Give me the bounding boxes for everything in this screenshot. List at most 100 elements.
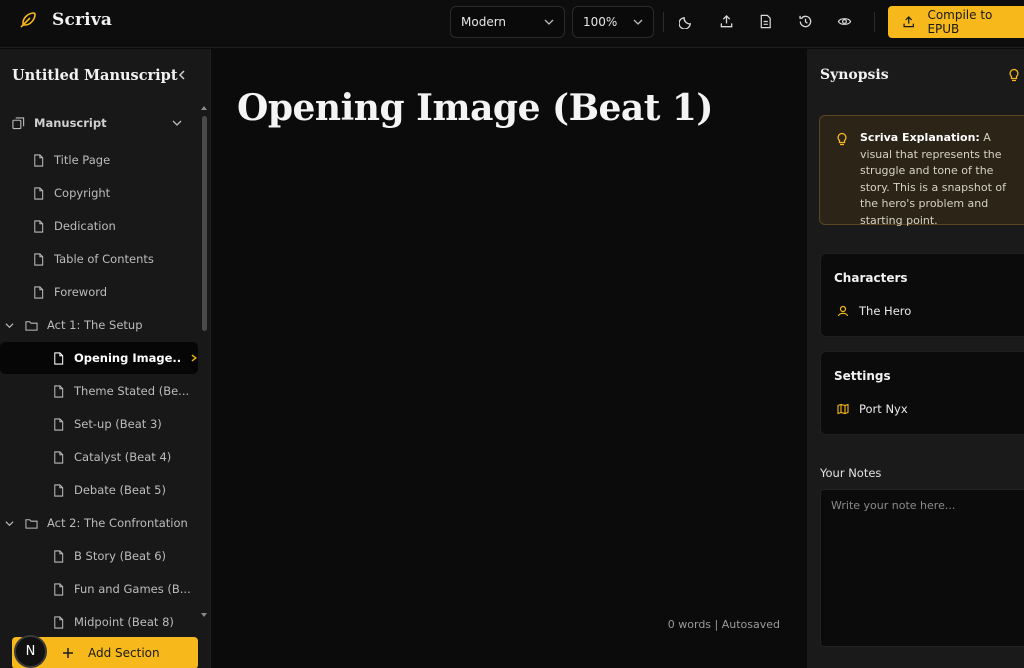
tree-item[interactable]: Fun and Games (B... — [0, 573, 198, 605]
character-item[interactable]: The Hero — [837, 304, 911, 318]
file-icon — [34, 153, 44, 167]
preview-button[interactable] — [835, 12, 853, 30]
zoom-select-value: 100% — [583, 15, 618, 29]
file-icon — [54, 450, 64, 464]
eye-icon — [837, 17, 851, 25]
section-title[interactable]: Opening Image (Beat 1) — [237, 87, 713, 129]
characters-heading: Characters — [834, 271, 908, 285]
tree-item-label: Debate (Beat 5) — [74, 483, 166, 497]
tree-item-label: Midpoint (Beat 8) — [74, 615, 174, 629]
scrollbar-thumb[interactable] — [202, 116, 207, 331]
notes-label: Your Notes — [820, 466, 882, 480]
tree-item[interactable]: Foreword — [0, 276, 198, 308]
scriva-explanation-box: Scriva Explanation: A visual that repres… — [819, 115, 1024, 227]
explanation-text: A visual that represents the struggle an… — [860, 131, 1006, 227]
file-icon — [34, 219, 44, 233]
notes-textarea[interactable] — [820, 489, 1024, 647]
file-icon — [34, 252, 44, 266]
synopsis-panel: Synopsis Scriva Explanation: A visual th… — [807, 49, 1024, 668]
dark-mode-button[interactable] — [677, 12, 695, 30]
tree-item[interactable]: Copyright — [0, 177, 198, 209]
settings-heading: Settings — [834, 369, 891, 383]
tree-item-label: Theme Stated (Be... — [74, 384, 190, 398]
copy-stack-icon — [12, 116, 25, 129]
user-icon — [837, 305, 849, 317]
editor-area[interactable]: Opening Image (Beat 1) 0 words | Autosav… — [212, 49, 806, 668]
chevron-down-icon — [633, 19, 643, 25]
theme-select-value: Modern — [461, 15, 507, 29]
history-icon — [798, 15, 811, 27]
toolbar-divider — [663, 12, 664, 32]
tree-item-label: Act 2: The Confrontation — [47, 516, 188, 530]
settings-card: Settings Port Nyx — [820, 351, 1024, 435]
tree-item-label: B Story (Beat 6) — [74, 549, 167, 563]
chevron-down-icon — [5, 322, 14, 328]
plus-icon — [63, 648, 73, 658]
tree-item[interactable]: Catalyst (Beat 4) — [0, 441, 198, 473]
add-section-label: Add Section — [88, 646, 160, 660]
tree-item-label: Foreword — [54, 285, 108, 299]
avatar[interactable]: N — [14, 635, 47, 668]
file-icon — [54, 417, 64, 431]
explanation-label: Scriva Explanation: — [860, 131, 980, 144]
tree-item-label: Copyright — [54, 186, 111, 200]
chevron-right-icon — [191, 354, 198, 362]
moon-icon — [678, 16, 691, 29]
app-name: Scriva — [52, 10, 113, 30]
file-icon — [54, 384, 64, 398]
document-button[interactable] — [756, 12, 774, 30]
collapse-sidebar-icon[interactable] — [176, 69, 188, 81]
tree-item-label: Dedication — [54, 219, 116, 233]
tree-root-label: Manuscript — [34, 116, 107, 130]
tree-item[interactable]: Debate (Beat 5) — [0, 474, 198, 506]
upload-icon — [903, 16, 914, 28]
tree-item[interactable]: Dedication — [0, 210, 198, 242]
tree-item[interactable]: Midpoint (Beat 8) — [0, 606, 198, 638]
zoom-select[interactable]: 100% — [572, 6, 654, 38]
character-name: The Hero — [859, 304, 912, 318]
brand[interactable]: Scriva — [18, 10, 112, 30]
chevron-down-icon — [544, 19, 554, 25]
file-icon — [34, 285, 44, 299]
history-button[interactable] — [796, 12, 814, 30]
feather-logo-icon — [20, 12, 36, 28]
document-icon — [760, 14, 771, 28]
tree-item[interactable]: Set-up (Beat 3) — [0, 408, 198, 440]
tree-item[interactable]: Opening Image... — [0, 342, 198, 374]
toolbar-divider — [874, 12, 875, 32]
manuscript-sidebar: Untitled Manuscript Manuscript Title Pag… — [0, 49, 211, 668]
tree-item-label: Catalyst (Beat 4) — [74, 450, 172, 464]
upload-icon — [720, 14, 732, 27]
tree-item-label: Act 1: The Setup — [47, 318, 143, 332]
setting-item[interactable]: Port Nyx — [837, 402, 908, 416]
file-icon — [54, 351, 64, 365]
tree-item-label: Opening Image... — [74, 351, 183, 365]
tree-folder[interactable]: Act 1: The Setup — [0, 309, 198, 341]
export-button[interactable] — [717, 12, 735, 30]
sidebar-scrollbar[interactable] — [200, 104, 208, 624]
tree-item[interactable]: B Story (Beat 6) — [0, 540, 198, 572]
tree-folder[interactable]: Act 2: The Confrontation — [0, 507, 198, 539]
synopsis-title: Synopsis — [820, 67, 889, 83]
chevron-down-icon — [172, 120, 182, 126]
map-icon — [837, 403, 849, 415]
chevron-down-icon — [5, 520, 14, 526]
lightbulb-icon[interactable] — [1007, 68, 1021, 82]
characters-card: Characters The Hero — [820, 253, 1024, 337]
scroll-up-arrow-icon — [201, 106, 207, 110]
tree-item[interactable]: Theme Stated (Be... — [0, 375, 198, 407]
scroll-down-arrow-icon — [201, 613, 207, 617]
folder-icon — [25, 518, 38, 529]
folder-icon — [25, 320, 38, 331]
tree-item-label: Set-up (Beat 3) — [74, 417, 162, 431]
compile-epub-button[interactable]: Compile to EPUB — [888, 6, 1024, 38]
file-icon — [34, 186, 44, 200]
file-icon — [54, 483, 64, 497]
theme-select[interactable]: Modern — [450, 6, 565, 38]
tree-root-manuscript[interactable]: Manuscript — [0, 107, 198, 139]
tree-item[interactable]: Title Page — [0, 144, 198, 176]
file-icon — [54, 615, 64, 629]
tree-item[interactable]: Table of Contents — [0, 243, 198, 275]
compile-label: Compile to EPUB — [927, 8, 993, 36]
file-icon — [54, 582, 64, 596]
